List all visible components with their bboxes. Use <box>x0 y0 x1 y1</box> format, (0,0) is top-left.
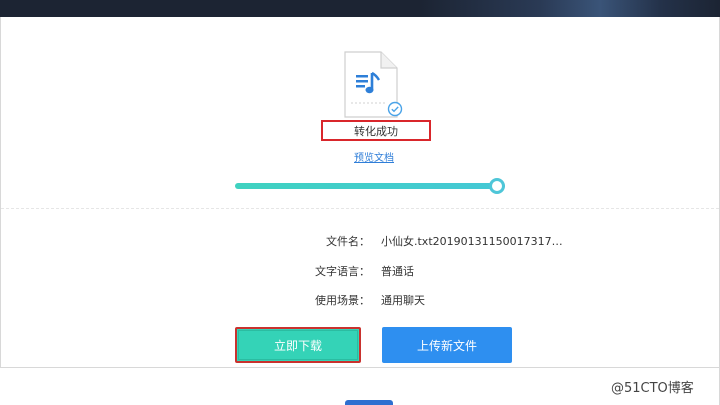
check-circle-icon <box>387 101 403 117</box>
progress-bar <box>235 178 505 194</box>
scene-value: 通用聊天 <box>381 294 425 307</box>
bottom-tab-indicator <box>345 400 393 405</box>
file-name-value: 小仙女.txt20190131150017317… <box>381 235 563 248</box>
conversion-status: 转化成功 <box>321 120 431 141</box>
file-name-label: 文件名： <box>326 235 370 248</box>
top-bar-shade <box>420 0 720 17</box>
top-bar <box>0 0 720 17</box>
info-row-scene: 使用场景： 通用聊天 <box>0 292 720 307</box>
watermark: @51CTO博客 <box>611 381 694 396</box>
info-row-file-name: 文件名： 小仙女.txt20190131150017317… <box>0 233 720 248</box>
download-now-label: 立即下载 <box>273 338 322 353</box>
language-label: 文字语言： <box>315 265 370 278</box>
frame-border-left <box>0 17 1 367</box>
bottom-divider <box>0 367 720 368</box>
section-divider <box>1 208 719 209</box>
language-value: 普通话 <box>381 265 414 278</box>
scene-label: 使用场景： <box>315 294 370 307</box>
upload-new-file-button[interactable]: 上传新文件 <box>382 327 512 363</box>
progress-handle <box>489 178 505 194</box>
conversion-status-text: 转化成功 <box>354 124 398 138</box>
audio-file-icon <box>343 51 403 119</box>
upload-new-file-label: 上传新文件 <box>416 338 477 353</box>
download-now-button[interactable]: 立即下载 <box>235 327 361 363</box>
progress-fill <box>235 183 505 189</box>
info-row-language: 文字语言： 普通话 <box>0 263 720 278</box>
preview-document-link[interactable]: 预览文档 <box>352 149 396 164</box>
